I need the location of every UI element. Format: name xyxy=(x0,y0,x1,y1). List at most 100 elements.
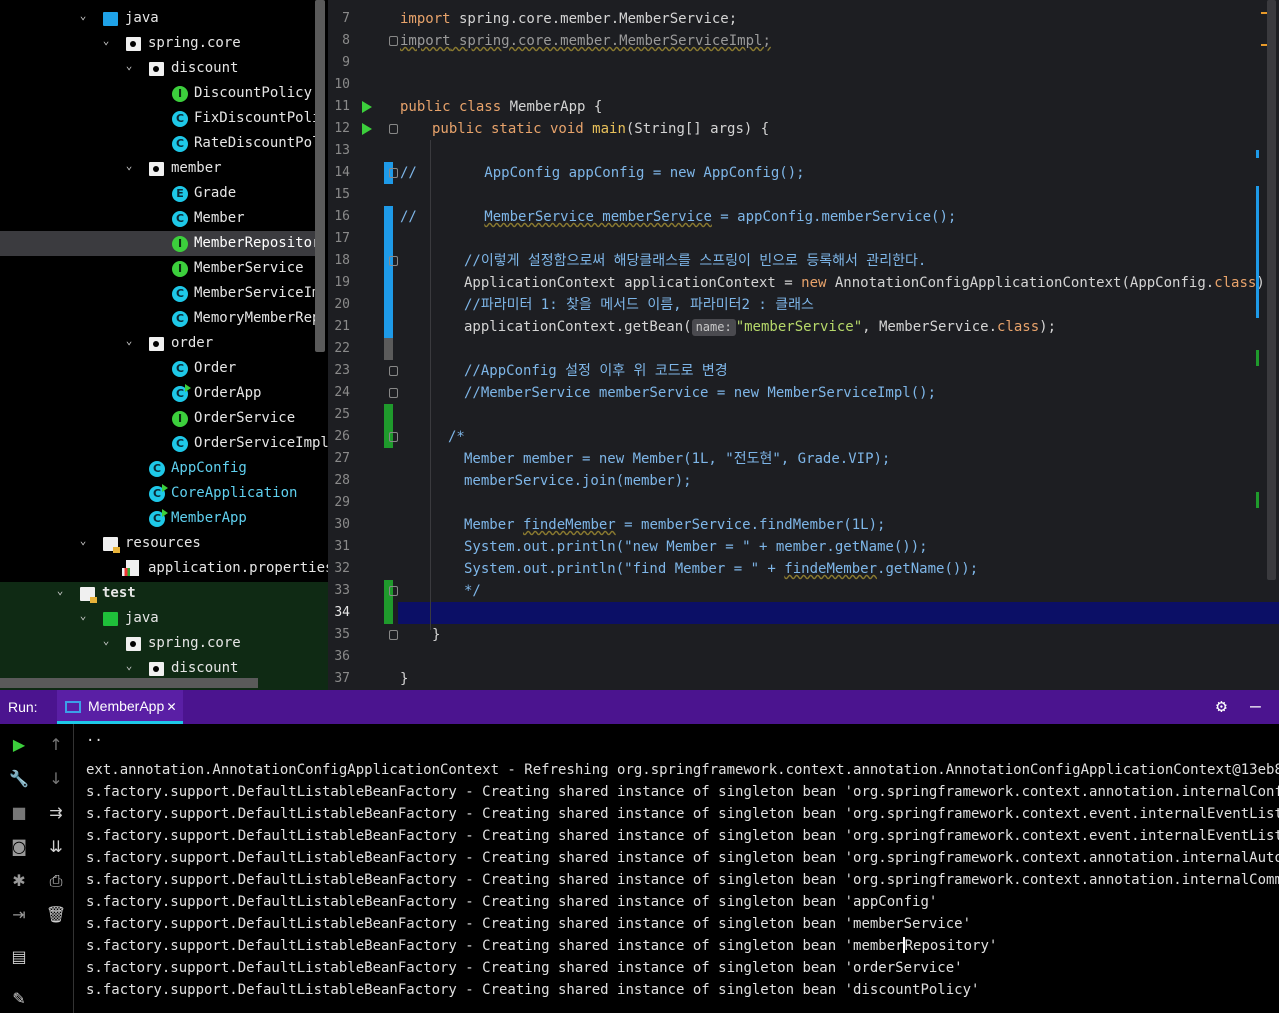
camera-icon[interactable]: ◙ xyxy=(8,836,30,858)
console-line: s.factory.support.DefaultListableBeanFac… xyxy=(86,982,980,998)
tree-item[interactable]: C CoreApplication xyxy=(0,481,315,506)
layout-icon[interactable]: ▤ xyxy=(8,946,30,968)
keyword: public static void xyxy=(432,121,584,137)
tree-item[interactable]: ⌄ spring.core xyxy=(0,31,315,56)
code-line-18: //이렇게 설정함으로써 해당클래스를 스프링이 빈으로 등록해서 관리한다. xyxy=(464,253,927,269)
fold-comment-icon[interactable] xyxy=(389,388,398,398)
fold-comment-icon[interactable] xyxy=(389,168,398,178)
run-panel-title: Run: xyxy=(8,699,38,715)
fold-block-comment-end-icon[interactable] xyxy=(389,586,398,596)
tree-item[interactable]: application.properties xyxy=(0,556,328,581)
code-editor[interactable]: 7 8 9 10 11 12 13 14 15 16 17 18 19 20 21 22 23 24 25 26 27 2… xyxy=(328,0,1279,690)
editor-gutter[interactable]: 7 8 9 10 11 12 13 14 15 16 17 18 19 20 21 22 23 24 25 26 27 2… xyxy=(328,0,398,690)
console-output[interactable]: .. ext.annotation.AnnotationConfigApplica… xyxy=(75,724,1279,1013)
wrench-icon[interactable]: 🔧 xyxy=(8,768,30,790)
chevron-down-icon[interactable]: ⌄ xyxy=(76,528,90,553)
tree-vertical-scrollbar[interactable] xyxy=(315,0,325,352)
line-number: 35 xyxy=(334,627,350,642)
exit-icon[interactable]: ⇥ xyxy=(8,904,30,926)
tree-item-label: order xyxy=(171,335,214,351)
tree-item-label: java xyxy=(125,10,159,26)
comment-warn: findeMember xyxy=(784,561,878,577)
tree-item[interactable]: ⌄ java xyxy=(0,6,315,31)
fold-method-end-icon[interactable] xyxy=(389,630,398,640)
tree-item[interactable]: C Member xyxy=(0,206,315,231)
tree-item-label: spring.core xyxy=(148,635,241,651)
chevron-down-icon[interactable]: ⌄ xyxy=(122,328,136,353)
comment-text: Member xyxy=(464,517,524,533)
tree-item[interactable]: C RateDiscountPol xyxy=(0,131,320,156)
tree-item[interactable]: ⌄ discount xyxy=(0,56,315,81)
fold-method-icon[interactable] xyxy=(389,124,398,134)
chevron-down-icon[interactable]: ⌄ xyxy=(76,603,90,628)
minimize-icon[interactable]: — xyxy=(1250,690,1261,724)
chevron-down-icon[interactable]: ⌄ xyxy=(122,153,136,178)
stop-icon[interactable]: ■ xyxy=(8,802,30,824)
tree-item[interactable]: I MemberService xyxy=(0,256,315,281)
chevron-down-icon[interactable]: ⌄ xyxy=(99,28,113,53)
run-class-icon[interactable] xyxy=(362,101,372,113)
change-marker xyxy=(384,206,393,338)
chevron-down-icon[interactable]: ⌄ xyxy=(53,578,67,603)
trash-icon[interactable]: 🗑 xyxy=(45,904,67,926)
tree-item[interactable]: I MemberRepositor xyxy=(0,231,320,256)
run-main-icon[interactable] xyxy=(362,123,372,135)
rerun-icon[interactable]: ▶ xyxy=(8,734,30,756)
code-text: applicationContext.getBean( xyxy=(464,319,692,335)
chevron-down-icon[interactable]: ⌄ xyxy=(122,653,136,678)
tree-item[interactable]: ⌄ test xyxy=(0,581,315,606)
chevron-down-icon[interactable]: ⌄ xyxy=(76,3,90,28)
tree-item[interactable]: ⌄ order xyxy=(0,331,315,356)
tree-item[interactable]: C MemoryMemberRep xyxy=(0,306,320,331)
gear-icon[interactable]: ⚙ xyxy=(1216,690,1227,724)
chevron-down-icon[interactable]: ⌄ xyxy=(122,53,136,78)
fold-imports-icon[interactable] xyxy=(389,36,398,46)
line-number: 27 xyxy=(334,451,350,466)
tab-memberapp[interactable]: MemberApp ✕ xyxy=(57,690,183,724)
keyword: public class xyxy=(400,99,502,115)
comment-slash: // xyxy=(400,165,417,181)
scroll-to-end-icon[interactable]: ⇊ xyxy=(45,836,67,858)
console-line: s.factory.support.DefaultListableBeanFac… xyxy=(86,916,972,932)
print-icon[interactable]: ⎙ xyxy=(45,870,67,892)
tree-item[interactable]: C AppConfig xyxy=(0,456,315,481)
scroll-marker[interactable] xyxy=(1256,492,1259,508)
tree-item[interactable]: C OrderApp xyxy=(0,381,315,406)
tree-item[interactable]: ⌄ spring.core xyxy=(0,631,315,656)
scroll-marker[interactable] xyxy=(1256,150,1259,158)
up-arrow-icon[interactable]: ↑ xyxy=(45,734,67,756)
fold-comment-icon[interactable] xyxy=(389,256,398,266)
class-icon: C xyxy=(172,361,188,377)
tree-item[interactable]: C MemberServiceIm xyxy=(0,281,320,306)
tree-item[interactable]: I OrderService xyxy=(0,406,315,431)
tree-item-label: spring.core xyxy=(148,35,241,51)
line-number: 30 xyxy=(334,517,350,532)
fold-comment-icon[interactable] xyxy=(389,366,398,376)
fold-block-comment-icon[interactable] xyxy=(389,432,398,442)
tree-item-label: member xyxy=(171,160,222,176)
console-line: s.factory.support.DefaultListableBeanFac… xyxy=(86,937,998,954)
close-tab-icon[interactable]: ✕ xyxy=(167,690,176,722)
tree-item[interactable]: C FixDiscountPoli xyxy=(0,106,320,131)
tree-item[interactable]: ⌄ member xyxy=(0,156,315,181)
down-arrow-icon[interactable]: ↓ xyxy=(45,768,67,790)
tree-item-label: MemoryMemberRep xyxy=(194,310,321,326)
tree-item[interactable]: E Grade xyxy=(0,181,315,206)
tree-item[interactable]: I DiscountPolicy xyxy=(0,81,315,106)
class-icon: C xyxy=(172,286,188,302)
scroll-marker[interactable] xyxy=(1256,186,1259,318)
debug-icon[interactable]: ✱ xyxy=(8,870,30,892)
code-line-16: // MemberService memberService = appConf… xyxy=(400,206,956,228)
tree-item[interactable]: C Order xyxy=(0,356,315,381)
soft-wrap-icon[interactable]: ⇉ xyxy=(45,802,67,824)
scroll-marker[interactable] xyxy=(1256,350,1259,366)
tree-item[interactable]: C MemberApp xyxy=(0,506,315,531)
editor-scrollbar[interactable] xyxy=(1267,0,1276,580)
chevron-down-icon[interactable]: ⌄ xyxy=(99,628,113,653)
class-icon: C xyxy=(172,111,188,127)
pin-icon[interactable]: ✎ xyxy=(8,988,30,1010)
tree-item[interactable]: ⌄ resources xyxy=(0,531,315,556)
tree-item[interactable]: ⌄ java xyxy=(0,606,315,631)
tree-item[interactable]: C OrderServiceImpl xyxy=(0,431,328,456)
tree-horizontal-scrollbar[interactable] xyxy=(0,678,258,688)
